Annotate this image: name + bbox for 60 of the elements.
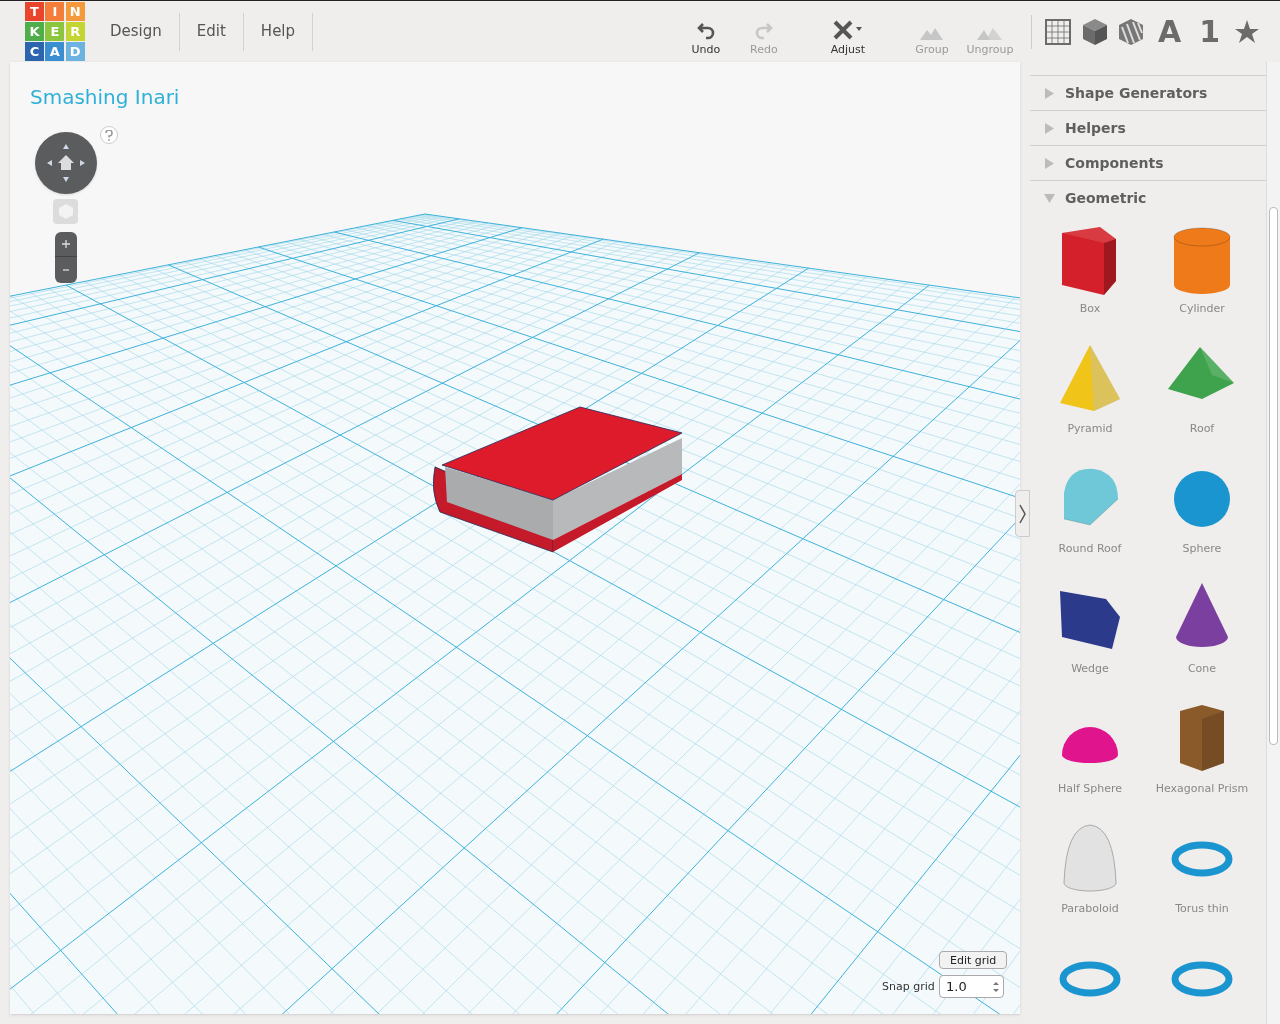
help-button[interactable] bbox=[100, 126, 118, 144]
redo-icon bbox=[754, 21, 773, 40]
shape-tile[interactable]: Box bbox=[1034, 219, 1146, 339]
star-icon bbox=[1234, 18, 1260, 45]
striped-box-view-button[interactable] bbox=[1117, 17, 1144, 46]
triangle-right-icon bbox=[1044, 87, 1055, 99]
view-navigation-control[interactable] bbox=[35, 132, 97, 194]
shape-tile[interactable]: Sphere bbox=[1146, 459, 1258, 579]
shape-tile[interactable]: Hexagonal Prism bbox=[1146, 699, 1258, 819]
shape-tile[interactable]: Wedge bbox=[1034, 579, 1146, 699]
adjust-icon bbox=[832, 19, 863, 40]
menu-item[interactable]: Help bbox=[243, 12, 314, 51]
logo-letter: D bbox=[65, 42, 85, 61]
shape-tile[interactable]: Torus thin bbox=[1146, 819, 1258, 939]
undo-icon bbox=[696, 21, 715, 40]
collapse-panel-handle[interactable] bbox=[1015, 490, 1030, 537]
logo-letter: K bbox=[25, 22, 44, 41]
workplane-canvas[interactable]: Smashing Inari Edit grid Snap grid 1.0 bbox=[10, 62, 1020, 1014]
shape-tile[interactable]: Half Sphere bbox=[1034, 699, 1146, 819]
view-number-button[interactable]: 1 bbox=[1195, 16, 1224, 47]
triangle-down-icon bbox=[1044, 192, 1055, 204]
scrollbar[interactable] bbox=[1266, 62, 1280, 1024]
design-title[interactable]: Smashing Inari bbox=[30, 82, 180, 112]
adjust-button[interactable]: Adjust bbox=[818, 6, 877, 57]
logo-letter: A bbox=[45, 42, 65, 61]
cube-icon bbox=[1081, 17, 1108, 46]
edit-grid-button[interactable]: Edit grid bbox=[939, 951, 1008, 969]
question-mark-icon bbox=[105, 130, 113, 141]
snap-grid-label: Snap grid bbox=[882, 979, 935, 995]
group-icon bbox=[920, 27, 944, 40]
shape-tile[interactable]: Paraboloid bbox=[1034, 819, 1146, 939]
logo-letter: C bbox=[25, 42, 44, 61]
spinner-arrows-icon bbox=[993, 980, 999, 993]
snap-grid-select[interactable]: 1.0 bbox=[939, 975, 1004, 998]
logo-letter: T bbox=[25, 2, 44, 21]
triangle-right-icon bbox=[1044, 157, 1055, 169]
shape-tile[interactable]: Pyramid bbox=[1034, 339, 1146, 459]
ungroup-icon bbox=[977, 27, 1003, 40]
grid-view-button[interactable] bbox=[1043, 17, 1072, 46]
minus-icon bbox=[63, 268, 69, 271]
scrollbar-thumb[interactable] bbox=[1269, 207, 1278, 745]
plus-icon bbox=[62, 240, 70, 248]
shape-tile[interactable]: Round Roof bbox=[1034, 459, 1146, 579]
star-view-button[interactable] bbox=[1234, 18, 1260, 45]
striped-cube-icon bbox=[1117, 17, 1144, 46]
shape-tile[interactable]: Roof bbox=[1146, 339, 1258, 459]
chevron-right-icon bbox=[1019, 503, 1026, 524]
logo-letter: E bbox=[45, 22, 65, 41]
undo-button[interactable]: Undo bbox=[676, 6, 735, 57]
logo-letter: N bbox=[65, 2, 85, 21]
logo-letter: R bbox=[65, 22, 85, 41]
box-view-button[interactable] bbox=[1081, 17, 1108, 46]
view-letter-button[interactable]: A bbox=[1153, 16, 1186, 47]
shape-tile[interactable]: Cone bbox=[1146, 579, 1258, 699]
logo-letter: I bbox=[45, 2, 65, 21]
triangle-right-icon bbox=[1044, 122, 1055, 134]
grid-icon bbox=[1043, 17, 1072, 46]
menu-item[interactable]: Edit bbox=[179, 12, 244, 51]
shape-tile[interactable]: Cylinder bbox=[1146, 219, 1258, 339]
menu-item[interactable]: Design bbox=[93, 12, 180, 51]
